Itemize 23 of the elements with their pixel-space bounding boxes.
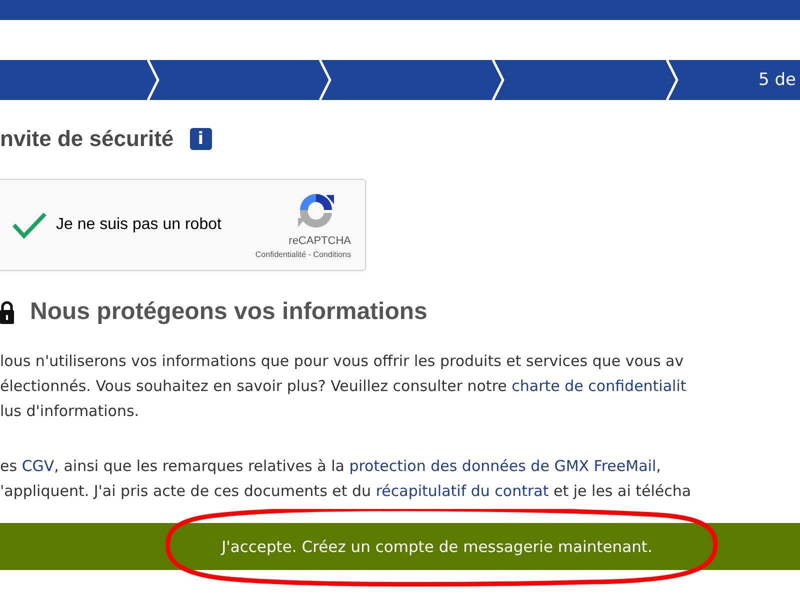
- step-divider: [146, 60, 160, 100]
- paragraph-line: lous n'utiliserons vos informations que pour vous offrir les produits et services que vous av: [0, 351, 685, 372]
- section-heading: nvite de sécurité: [0, 126, 174, 152]
- paragraph-line: 'appliquent. J'ai pris acte de ces documents et du récapitulatif du contrat et je les ai télécha: [0, 481, 692, 502]
- paragraph-line: lus d'informations.: [0, 401, 140, 422]
- text-link[interactable]: CGV: [22, 457, 54, 475]
- captcha-label: Je ne suis pas un robot: [56, 216, 222, 234]
- section-heading: Nous protégeons vos informations: [30, 298, 428, 326]
- privacy-terms-links[interactable]: Confidentialité - Conditions: [255, 250, 351, 259]
- text-link[interactable]: charte de confidentialit: [512, 377, 686, 395]
- paragraph-line: électionnés. Vous souhaitez en savoir plus? Veuillez consulter notre charte de confidentialit: [0, 376, 688, 397]
- recaptcha-brand: reCAPTCHA: [288, 235, 351, 247]
- step-divider: [492, 60, 504, 100]
- step-divider: [666, 60, 678, 100]
- paragraph-line: es CGV, ainsi que les remarques relatives à la protection des données de GMX FreeMail,: [0, 456, 662, 477]
- info-icon[interactable]: i: [190, 128, 212, 150]
- checkmark-icon[interactable]: [11, 211, 47, 239]
- text-link[interactable]: récapitulatif du contrat: [376, 482, 549, 500]
- step-divider: [318, 60, 332, 100]
- lock-icon: [0, 300, 14, 324]
- accept-button[interactable]: J'accepte. Créez un compte de messagerie maintenant.: [0, 523, 800, 570]
- step-label: 5 de: [758, 70, 797, 90]
- text-link[interactable]: protection des données de GMX FreeMail: [349, 457, 656, 475]
